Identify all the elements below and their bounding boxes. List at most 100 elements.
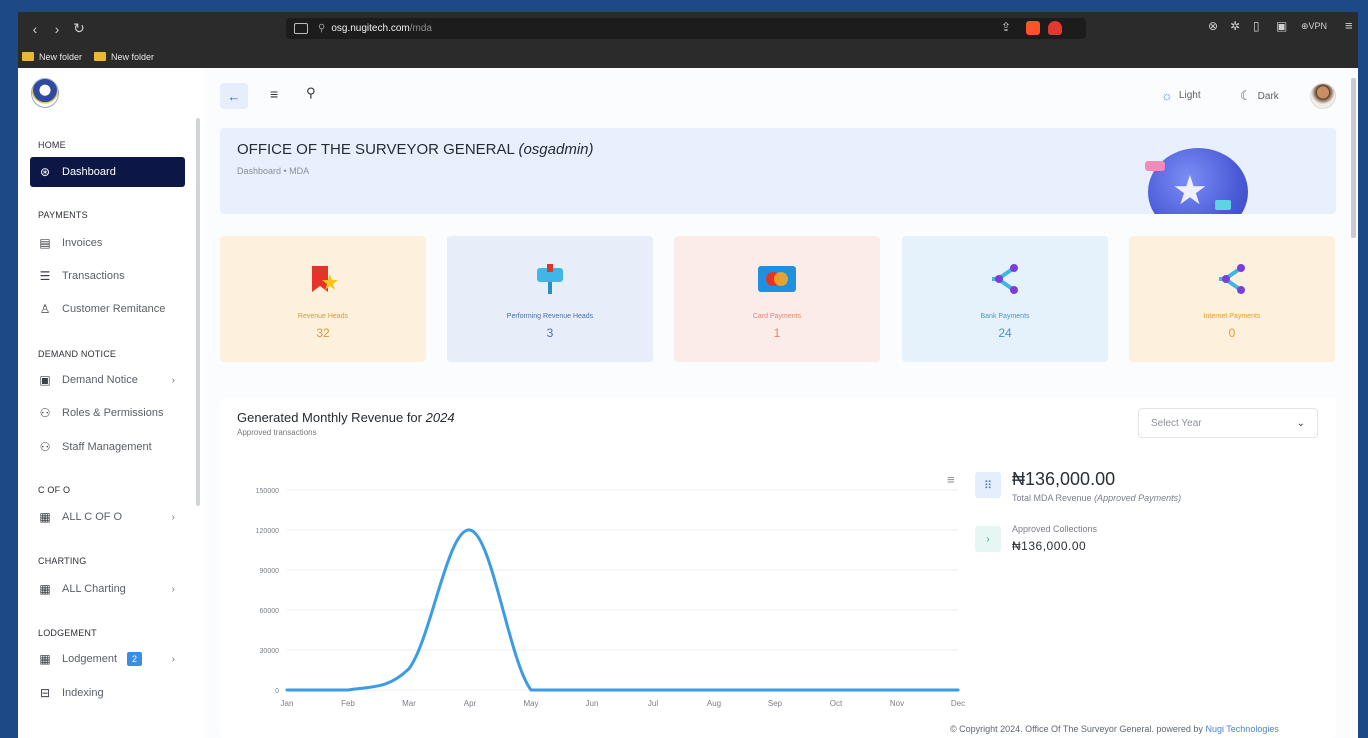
stat-card-bank-payments[interactable]: Bank Payments 24: [902, 236, 1108, 362]
sidebar-item-lodgement[interactable]: ▦ Lodgement 2 ›: [30, 644, 185, 674]
sidebar-item-label: Customer Remitance: [62, 303, 166, 315]
chevron-right-icon: ›: [171, 374, 175, 386]
total-revenue-amount: ₦136,000.00: [1012, 469, 1116, 489]
sidebar-item-label: ALL C OF O: [62, 511, 123, 523]
brave-rewards-icon[interactable]: [1048, 21, 1062, 35]
chart-menu-icon[interactable]: ≡: [947, 472, 955, 487]
back-button[interactable]: ←: [220, 83, 248, 109]
chevron-down-icon: ⌄: [1296, 417, 1305, 429]
stat-card-performing-revenue-heads[interactable]: Performing Revenue Heads 3: [447, 236, 653, 362]
share-icon[interactable]: ⇪: [1001, 20, 1011, 34]
sidebar-section-payments: PAYMENTS: [38, 210, 88, 220]
sidebar-item-label: Invoices: [62, 237, 103, 249]
sidebar-item-label: Roles & Permissions: [62, 407, 164, 419]
back-nav-icon[interactable]: ‹: [24, 21, 46, 37]
page-title-text: OFFICE OF THE SURVEYOR GENERAL: [237, 141, 515, 158]
sidebar-scrollbar[interactable]: [196, 118, 200, 506]
dark-mode-button[interactable]: ☾ Dark: [1240, 88, 1279, 104]
bookmarks-bar: New folder New folder: [18, 45, 1358, 68]
sidebar-section-home: HOME: [38, 140, 66, 150]
forward-nav-icon[interactable]: ›: [46, 21, 68, 37]
lodgement-count-badge: 2: [127, 652, 143, 666]
archive-icon: ⊟: [39, 686, 51, 700]
avatar[interactable]: [1310, 83, 1336, 109]
sidebar-toggle-icon[interactable]: ▯: [1253, 19, 1260, 33]
x-tick-label: Nov: [890, 699, 904, 708]
illustration-pill: [1145, 161, 1165, 171]
total-revenue-label: Total MDA Revenue (Approved Payments): [1012, 493, 1181, 503]
grid-dots-icon: ⠿: [975, 472, 1001, 498]
url-bar[interactable]: ⚲ osg.nugitech.com/mda: [286, 18, 1086, 39]
x-tick-label: Oct: [830, 699, 843, 708]
sidebar-item-label: Indexing: [62, 687, 104, 699]
vpn-button[interactable]: ⊕VPN: [1301, 21, 1327, 32]
card-label: Internet Payments: [1203, 313, 1261, 320]
star-illustration-icon: ★: [1172, 169, 1208, 213]
chevron-right-icon: ›: [975, 526, 1001, 552]
sun-icon: ☼: [1161, 88, 1173, 103]
bookmark-folder[interactable]: New folder: [94, 52, 154, 62]
reload-icon[interactable]: ↻: [68, 20, 90, 37]
approved-collections-label: Approved Collections: [1012, 524, 1098, 534]
light-mode-button[interactable]: ☼ Light: [1161, 88, 1201, 103]
sidebar-item-demand-notice[interactable]: ▣ Demand Notice ›: [30, 365, 185, 395]
folder-icon: [22, 52, 34, 61]
sidebar-item-all-cofo[interactable]: ▦ ALL C OF O ›: [30, 502, 185, 532]
stat-card-revenue-heads[interactable]: Revenue Heads 32: [220, 236, 426, 362]
osg-logo[interactable]: [31, 78, 59, 108]
revenue-panel: Generated Monthly Revenue for 2024 Appro…: [220, 398, 1336, 738]
bookmark-folder[interactable]: New folder: [22, 52, 82, 62]
page-scrollbar[interactable]: [1351, 78, 1356, 238]
wallet-icon[interactable]: ▣: [1276, 19, 1287, 33]
sidebar-item-roles-permissions[interactable]: ⚇ Roles & Permissions: [30, 398, 185, 428]
user-icon: ♙: [39, 302, 51, 316]
sidebar-item-staff-management[interactable]: ⚇ Staff Management: [30, 432, 185, 462]
x-tick-label: Jun: [586, 699, 599, 708]
brave-shield-icon[interactable]: [1026, 21, 1040, 35]
card-label: Revenue Heads: [297, 313, 349, 320]
stat-card-internet-payments[interactable]: Internet Payments 0: [1129, 236, 1335, 362]
y-tick-label: 150000: [256, 488, 279, 495]
card-value: 24: [998, 326, 1012, 340]
dark-mode-label: Dark: [1257, 90, 1279, 102]
sidebar-item-label: Demand Notice: [62, 374, 138, 386]
sidebar-item-customer-remitance[interactable]: ♙ Customer Remitance: [30, 294, 185, 324]
flag-star-icon: [220, 262, 426, 296]
site-settings-icon[interactable]: ⚲: [318, 23, 325, 34]
sidebar-section-charting: CHARTING: [38, 556, 87, 566]
browser-menu-icon[interactable]: ≡: [1345, 18, 1353, 33]
extensions-icon[interactable]: ✲: [1230, 19, 1240, 33]
url-host: osg.nugitech.com: [331, 23, 410, 34]
light-mode-label: Light: [1178, 90, 1201, 101]
chevron-right-icon: ›: [171, 511, 175, 523]
card-value: 32: [316, 326, 330, 340]
footer-copyright: © Copyright 2024. Office Of The Surveyor…: [950, 724, 1279, 734]
sidebar-item-transactions[interactable]: ☰ Transactions: [30, 261, 185, 291]
search-icon[interactable]: ⚲: [306, 85, 316, 101]
card-label: Bank Payments: [980, 313, 1030, 320]
mailbox-icon: [447, 262, 653, 296]
year-select-placeholder: Select Year: [1151, 417, 1202, 429]
revenue-title-text: Generated Monthly Revenue for: [237, 410, 422, 425]
sidebar-section-demand-notice: DEMAND NOTICE: [38, 349, 117, 359]
revenue-panel-title: Generated Monthly Revenue for 2024: [237, 410, 455, 425]
menu-toggle-icon[interactable]: ≡: [270, 86, 278, 102]
total-label-text: Total MDA Revenue: [1012, 493, 1092, 503]
brand-link[interactable]: Nugi Technologies: [1205, 724, 1278, 734]
year-select[interactable]: Select Year ⌄: [1138, 408, 1318, 438]
x-tick-label: Jan: [281, 699, 294, 708]
sidebar: HOME ⊛ Dashboard PAYMENTS ▤ Invoices ☰ T…: [18, 68, 204, 738]
sidebar-item-invoices[interactable]: ▤ Invoices: [30, 228, 185, 258]
sidebar-item-dashboard[interactable]: ⊛ Dashboard: [30, 157, 185, 187]
chevron-right-icon: ›: [171, 583, 175, 595]
x-tick-label: Apr: [464, 699, 477, 708]
y-tick-label: 120000: [256, 528, 279, 535]
sidebar-item-indexing[interactable]: ⊟ Indexing: [30, 678, 185, 708]
sidebar-item-all-charting[interactable]: ▦ ALL Charting ›: [30, 574, 185, 604]
bookmark-icon[interactable]: [294, 23, 308, 34]
illustration-pill: [1215, 200, 1231, 210]
sidebar-item-label: Lodgement: [62, 653, 118, 665]
stat-card-card-payments[interactable]: Card Payments 1: [674, 236, 880, 362]
leo-icon[interactable]: ⊗: [1208, 19, 1218, 33]
welcome-banner: OFFICE OF THE SURVEYOR GENERAL (osgadmin…: [220, 128, 1336, 214]
